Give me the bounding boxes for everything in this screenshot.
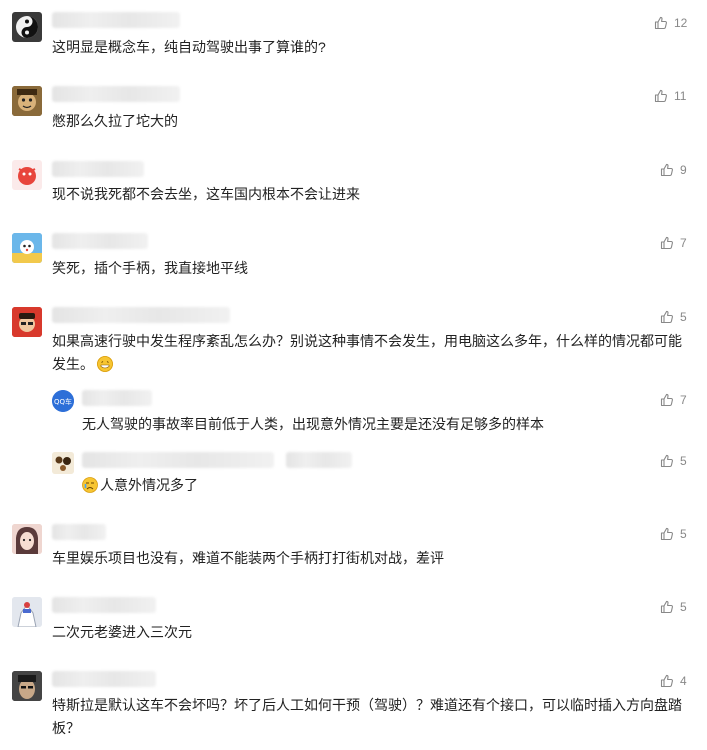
- username-blurred: [52, 161, 144, 177]
- username-blurred: [52, 307, 230, 323]
- like-count: 5: [680, 454, 687, 468]
- avatar[interactable]: QQ车: [52, 390, 74, 412]
- avatar[interactable]: [12, 86, 42, 116]
- comment-text: 二次元老婆进入三次元: [52, 624, 192, 640]
- like-button[interactable]: 4: [660, 673, 687, 689]
- grin-emoji-icon: [97, 356, 113, 372]
- username-blurred: [52, 12, 180, 28]
- like-count: 7: [680, 393, 687, 407]
- cry-emoji-icon: [82, 477, 98, 493]
- comment-text: 憋那么久拉了坨大的: [52, 113, 178, 129]
- comment-text: 这明显是概念车，纯自动驾驶出事了算谁的?: [52, 39, 326, 55]
- avatar[interactable]: [12, 671, 42, 701]
- avatar-label: QQ车: [54, 397, 72, 406]
- avatar[interactable]: [12, 12, 42, 42]
- thumbs-up-icon: [660, 600, 673, 614]
- like-count: 9: [680, 163, 687, 177]
- username-blurred: [82, 452, 274, 468]
- thumbs-up-icon: [660, 310, 673, 324]
- comment-text: 如果高速行驶中发生程序紊乱怎么办？别说这种事情不会发生，用电脑这么多年，什么样的…: [52, 330, 688, 376]
- thumbs-up-icon: [660, 236, 673, 250]
- like-button[interactable]: 9: [660, 162, 687, 178]
- like-button[interactable]: 5: [660, 309, 687, 325]
- username-blurred: [52, 524, 106, 540]
- comment-text-content: 如果高速行驶中发生程序紊乱怎么办？别说这种事情不会发生，用电脑这么多年，什么样的…: [52, 333, 682, 372]
- avatar[interactable]: [12, 597, 42, 627]
- username-blurred: [52, 233, 148, 249]
- like-count: 4: [680, 674, 687, 688]
- username-blurred: [52, 597, 156, 613]
- comment-text: 现不说我死都不会去坐，这车国内根本不会让进来: [52, 186, 360, 202]
- like-count: 5: [680, 527, 687, 541]
- like-button[interactable]: 7: [660, 392, 687, 408]
- avatar[interactable]: [12, 524, 42, 554]
- comment-text: 无人驾驶的事故率目前低于人类，出现意外情况主要是还没有足够多的样本: [82, 416, 544, 432]
- like-button[interactable]: 11: [654, 88, 686, 104]
- avatar[interactable]: [12, 160, 42, 190]
- like-count: 12: [674, 16, 688, 30]
- thumbs-up-icon: [654, 16, 667, 30]
- thumbs-up-icon: [654, 89, 667, 103]
- like-button[interactable]: 5: [660, 526, 687, 542]
- thumbs-up-icon: [660, 393, 673, 407]
- username-blurred: [52, 86, 180, 102]
- like-count: 5: [680, 310, 687, 324]
- thumbs-up-icon: [660, 527, 673, 541]
- thumbs-up-icon: [660, 454, 673, 468]
- thumbs-up-icon: [660, 674, 673, 688]
- like-count: 5: [680, 600, 687, 614]
- username-blurred: [82, 390, 152, 406]
- like-button[interactable]: 5: [660, 599, 687, 615]
- comment-text: 人意外情况多了: [82, 474, 672, 497]
- avatar[interactable]: [52, 452, 74, 474]
- thumbs-up-icon: [660, 163, 673, 177]
- like-button[interactable]: 5: [660, 453, 687, 469]
- avatar[interactable]: [12, 307, 42, 337]
- username-blurred: [286, 452, 352, 468]
- like-count: 7: [680, 236, 687, 250]
- comment-text: 笑死，插个手柄，我直接地平线: [52, 260, 248, 276]
- comment-text: 车里娱乐项目也没有，难道不能装两个手柄打打街机对战，差评: [52, 550, 444, 566]
- comment-text: 特斯拉是默认这车不会坏吗？坏了后人工如何干预（驾驶）？难道还有个接口，可以临时插…: [52, 697, 682, 736]
- avatar[interactable]: [12, 233, 42, 263]
- like-button[interactable]: 7: [660, 235, 687, 251]
- like-button[interactable]: 12: [654, 15, 687, 31]
- comment-text-content: 人意外情况多了: [100, 477, 198, 493]
- like-count: 11: [674, 89, 687, 103]
- username-blurred: [52, 671, 156, 687]
